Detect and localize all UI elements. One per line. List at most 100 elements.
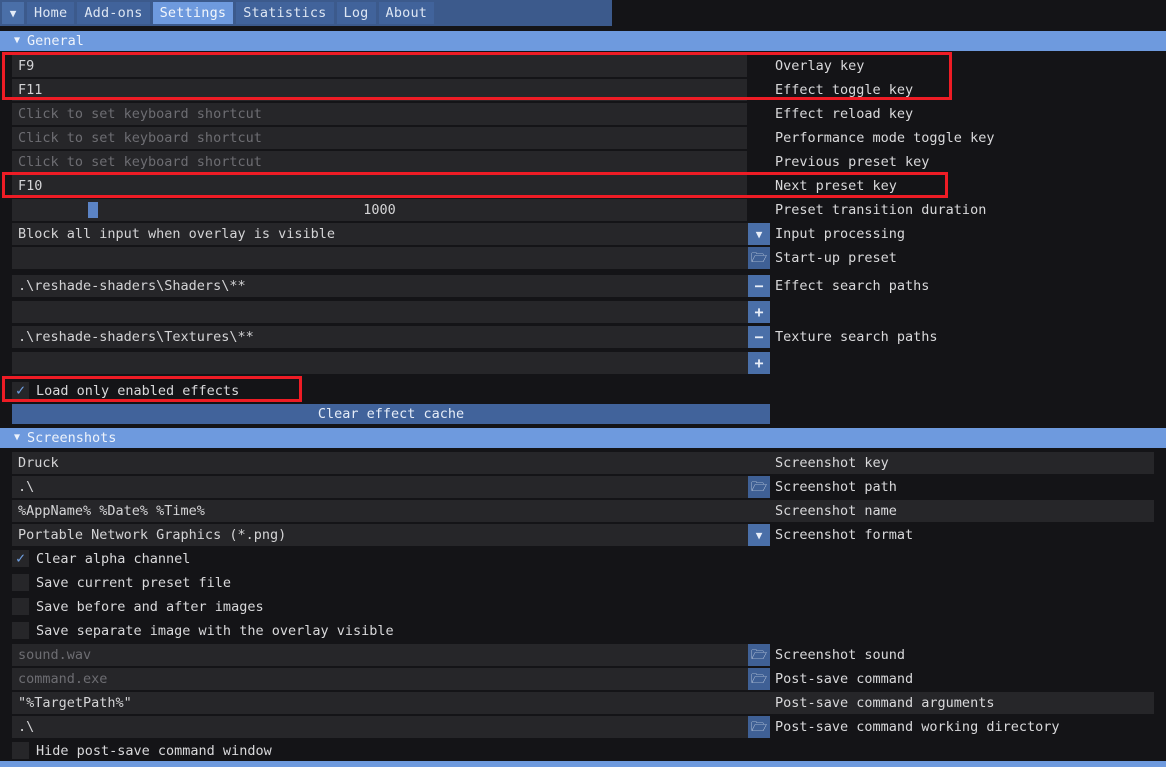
save-separate-image-overlay-checkbox[interactable] (12, 622, 29, 639)
save-separate-image-overlay-label: Save separate image with the overlay vis… (36, 620, 394, 642)
row-effect-toggle-key: F11 Effect toggle key (0, 78, 1166, 102)
effect-reload-key-input[interactable]: Click to set keyboard shortcut (12, 103, 747, 125)
tab-settings[interactable]: Settings (153, 2, 234, 24)
row-save-separate-image-overlay: Save separate image with the overlay vis… (0, 619, 1166, 643)
load-only-enabled-effects-label: Load only enabled effects (36, 380, 239, 402)
screenshot-sound-input[interactable]: sound.wav (12, 644, 760, 666)
row-screenshot-sound: sound.wav 🗁 Screenshot sound (0, 643, 1166, 667)
main-tabbar: ▼ Home Add-ons Settings Statistics Log A… (0, 0, 612, 26)
row-effect-reload-key: Click to set keyboard shortcut Effect re… (0, 102, 1166, 126)
texture-search-path-input-1[interactable]: .\reshade-shaders\Textures\** (12, 326, 760, 348)
screenshot-name-input[interactable]: %AppName% %Date% %Time% (12, 500, 1154, 522)
row-preset-transition-duration: 1000 Preset transition duration (0, 198, 1166, 222)
save-before-and-after-images-checkbox[interactable] (12, 598, 29, 615)
hide-post-save-command-window-label: Hide post-save command window (36, 740, 272, 762)
section-screenshots-title: Screenshots (27, 430, 116, 446)
performance-mode-toggle-key-label: Performance mode toggle key (775, 127, 994, 149)
bottom-section-bar (0, 761, 1166, 767)
startup-preset-input[interactable] (12, 247, 760, 269)
next-preset-key-label: Next preset key (775, 175, 897, 197)
tab-add-ons[interactable]: Add-ons (77, 2, 149, 24)
load-only-enabled-effects-checkbox[interactable]: ✓ (12, 382, 29, 399)
clear-effect-cache-button[interactable]: Clear effect cache (12, 404, 770, 424)
clear-alpha-channel-label: Clear alpha channel (36, 548, 190, 570)
row-screenshot-format: Portable Network Graphics (*.png) ▼ Scre… (0, 523, 1166, 547)
folder-open-icon[interactable]: 🗁 (748, 247, 770, 269)
preset-transition-duration-slider[interactable]: 1000 (12, 199, 747, 221)
save-current-preset-file-checkbox[interactable] (12, 574, 29, 591)
preset-transition-duration-label: Preset transition duration (775, 199, 986, 221)
effect-search-path-input-2[interactable] (12, 301, 760, 323)
preset-transition-duration-value: 1000 (363, 202, 396, 218)
row-previous-preset-key: Click to set keyboard shortcut Previous … (0, 150, 1166, 174)
performance-mode-toggle-key-input[interactable]: Click to set keyboard shortcut (12, 127, 747, 149)
triangle-down-icon: ▼ (14, 36, 20, 46)
row-screenshot-path: .\ 🗁 Screenshot path (0, 475, 1166, 499)
row-texture-search-path-1: .\reshade-shaders\Textures\** − Texture … (0, 325, 1166, 349)
screenshot-format-label: Screenshot format (775, 524, 913, 546)
texture-search-paths-label: Texture search paths (775, 326, 938, 348)
post-save-command-input[interactable]: command.exe (12, 668, 760, 690)
screenshot-format-combo[interactable]: Portable Network Graphics (*.png) (12, 524, 760, 546)
overlay-key-label: Overlay key (775, 55, 864, 77)
post-save-command-working-directory-label: Post-save command working directory (775, 716, 1059, 738)
post-save-command-label: Post-save command (775, 668, 913, 690)
row-screenshot-name: %AppName% %Date% %Time% Screenshot name (0, 499, 1166, 523)
tab-settings-label: Settings (160, 5, 227, 21)
folder-open-icon[interactable]: 🗁 (748, 668, 770, 690)
folder-open-icon[interactable]: 🗁 (748, 716, 770, 738)
dropdown-arrow-icon[interactable]: ▼ (748, 524, 770, 546)
previous-preset-key-label: Previous preset key (775, 151, 929, 173)
input-processing-label: Input processing (775, 223, 905, 245)
chevron-down-icon[interactable]: ▼ (2, 2, 24, 24)
effect-reload-key-label: Effect reload key (775, 103, 913, 125)
tab-log-label: Log (344, 5, 369, 21)
screenshot-path-input[interactable]: .\ (12, 476, 760, 498)
folder-open-icon[interactable]: 🗁 (748, 644, 770, 666)
row-next-preset-key: F10 Next preset key (0, 174, 1166, 198)
reshade-overlay-window: ▼ Home Add-ons Settings Statistics Log A… (0, 0, 1166, 767)
tab-home[interactable]: Home (27, 2, 74, 24)
row-save-before-and-after-images: Save before and after images (0, 595, 1166, 619)
tab-home-label: Home (34, 5, 67, 21)
plus-icon[interactable]: + (748, 301, 770, 323)
clear-alpha-channel-checkbox[interactable]: ✓ (12, 550, 29, 567)
row-load-only-enabled-effects: ✓ Load only enabled effects (0, 379, 1166, 403)
effect-search-path-input-1[interactable]: .\reshade-shaders\Shaders\** (12, 275, 760, 297)
section-header-screenshots[interactable]: ▼ Screenshots (0, 428, 1166, 448)
post-save-command-working-directory-input[interactable]: .\ (12, 716, 760, 738)
row-save-current-preset-file: Save current preset file (0, 571, 1166, 595)
slider-grabber[interactable] (88, 202, 98, 218)
row-post-save-command: command.exe 🗁 Post-save command (0, 667, 1166, 691)
section-header-general[interactable]: ▼ General (0, 31, 1166, 51)
next-preset-key-input[interactable]: F10 (12, 175, 747, 197)
input-processing-combo[interactable]: Block all input when overlay is visible (12, 223, 760, 245)
row-texture-search-path-2: + (0, 351, 1166, 375)
screenshot-sound-label: Screenshot sound (775, 644, 905, 666)
screenshot-key-input[interactable]: Druck (12, 452, 1154, 474)
row-startup-preset: 🗁 Start-up preset (0, 246, 1166, 270)
tab-about[interactable]: About (379, 2, 435, 24)
plus-icon[interactable]: + (748, 352, 770, 374)
folder-open-icon[interactable]: 🗁 (748, 476, 770, 498)
tab-about-label: About (386, 5, 428, 21)
minus-icon[interactable]: − (748, 326, 770, 348)
row-effect-search-path-1: .\reshade-shaders\Shaders\** − Effect se… (0, 274, 1166, 298)
tab-statistics[interactable]: Statistics (236, 2, 333, 24)
section-general-title: General (27, 33, 84, 49)
row-screenshot-key: Druck Screenshot key (0, 451, 1166, 475)
texture-search-path-input-2[interactable] (12, 352, 760, 374)
row-hide-post-save-command-window: Hide post-save command window (0, 739, 1166, 763)
effect-toggle-key-input[interactable]: F11 (12, 79, 747, 101)
minus-icon[interactable]: − (748, 275, 770, 297)
row-post-save-command-arguments: "%TargetPath%" Post-save command argumen… (0, 691, 1166, 715)
dropdown-arrow-icon[interactable]: ▼ (748, 223, 770, 245)
effect-search-paths-label: Effect search paths (775, 275, 929, 297)
post-save-command-arguments-label: Post-save command arguments (775, 692, 994, 714)
hide-post-save-command-window-checkbox[interactable] (12, 742, 29, 759)
clear-effect-cache-label: Clear effect cache (318, 406, 464, 422)
previous-preset-key-input[interactable]: Click to set keyboard shortcut (12, 151, 747, 173)
overlay-key-input[interactable]: F9 (12, 55, 747, 77)
save-before-and-after-images-label: Save before and after images (36, 596, 264, 618)
tab-log[interactable]: Log (337, 2, 376, 24)
